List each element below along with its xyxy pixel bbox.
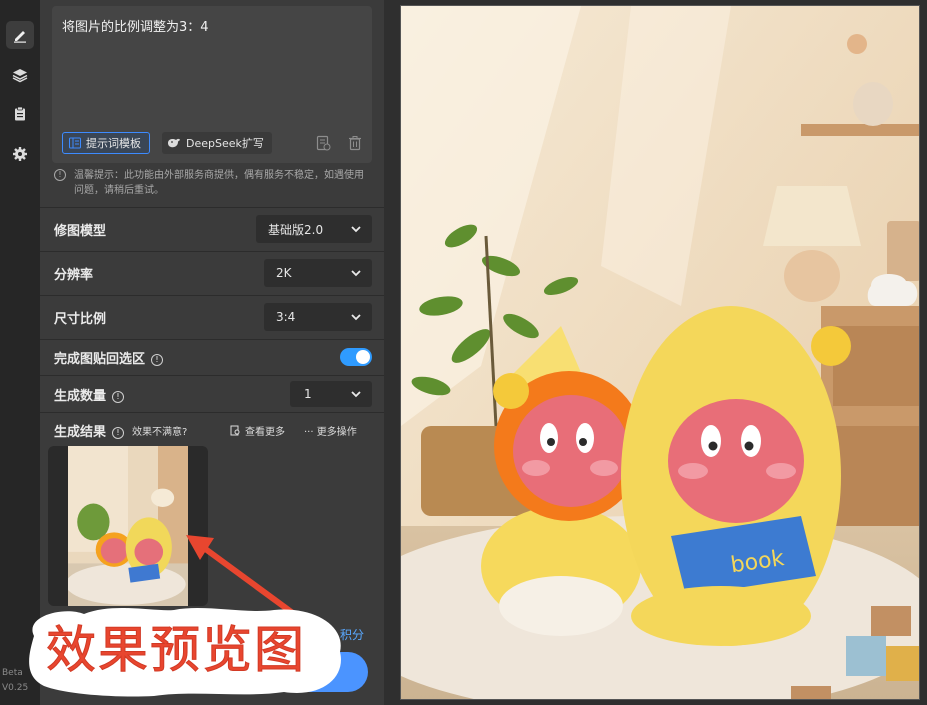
annotation-arrow	[186, 535, 307, 625]
annotation-text: 效果预览图	[46, 621, 306, 680]
annotation-label: 效果预览图	[24, 606, 346, 698]
